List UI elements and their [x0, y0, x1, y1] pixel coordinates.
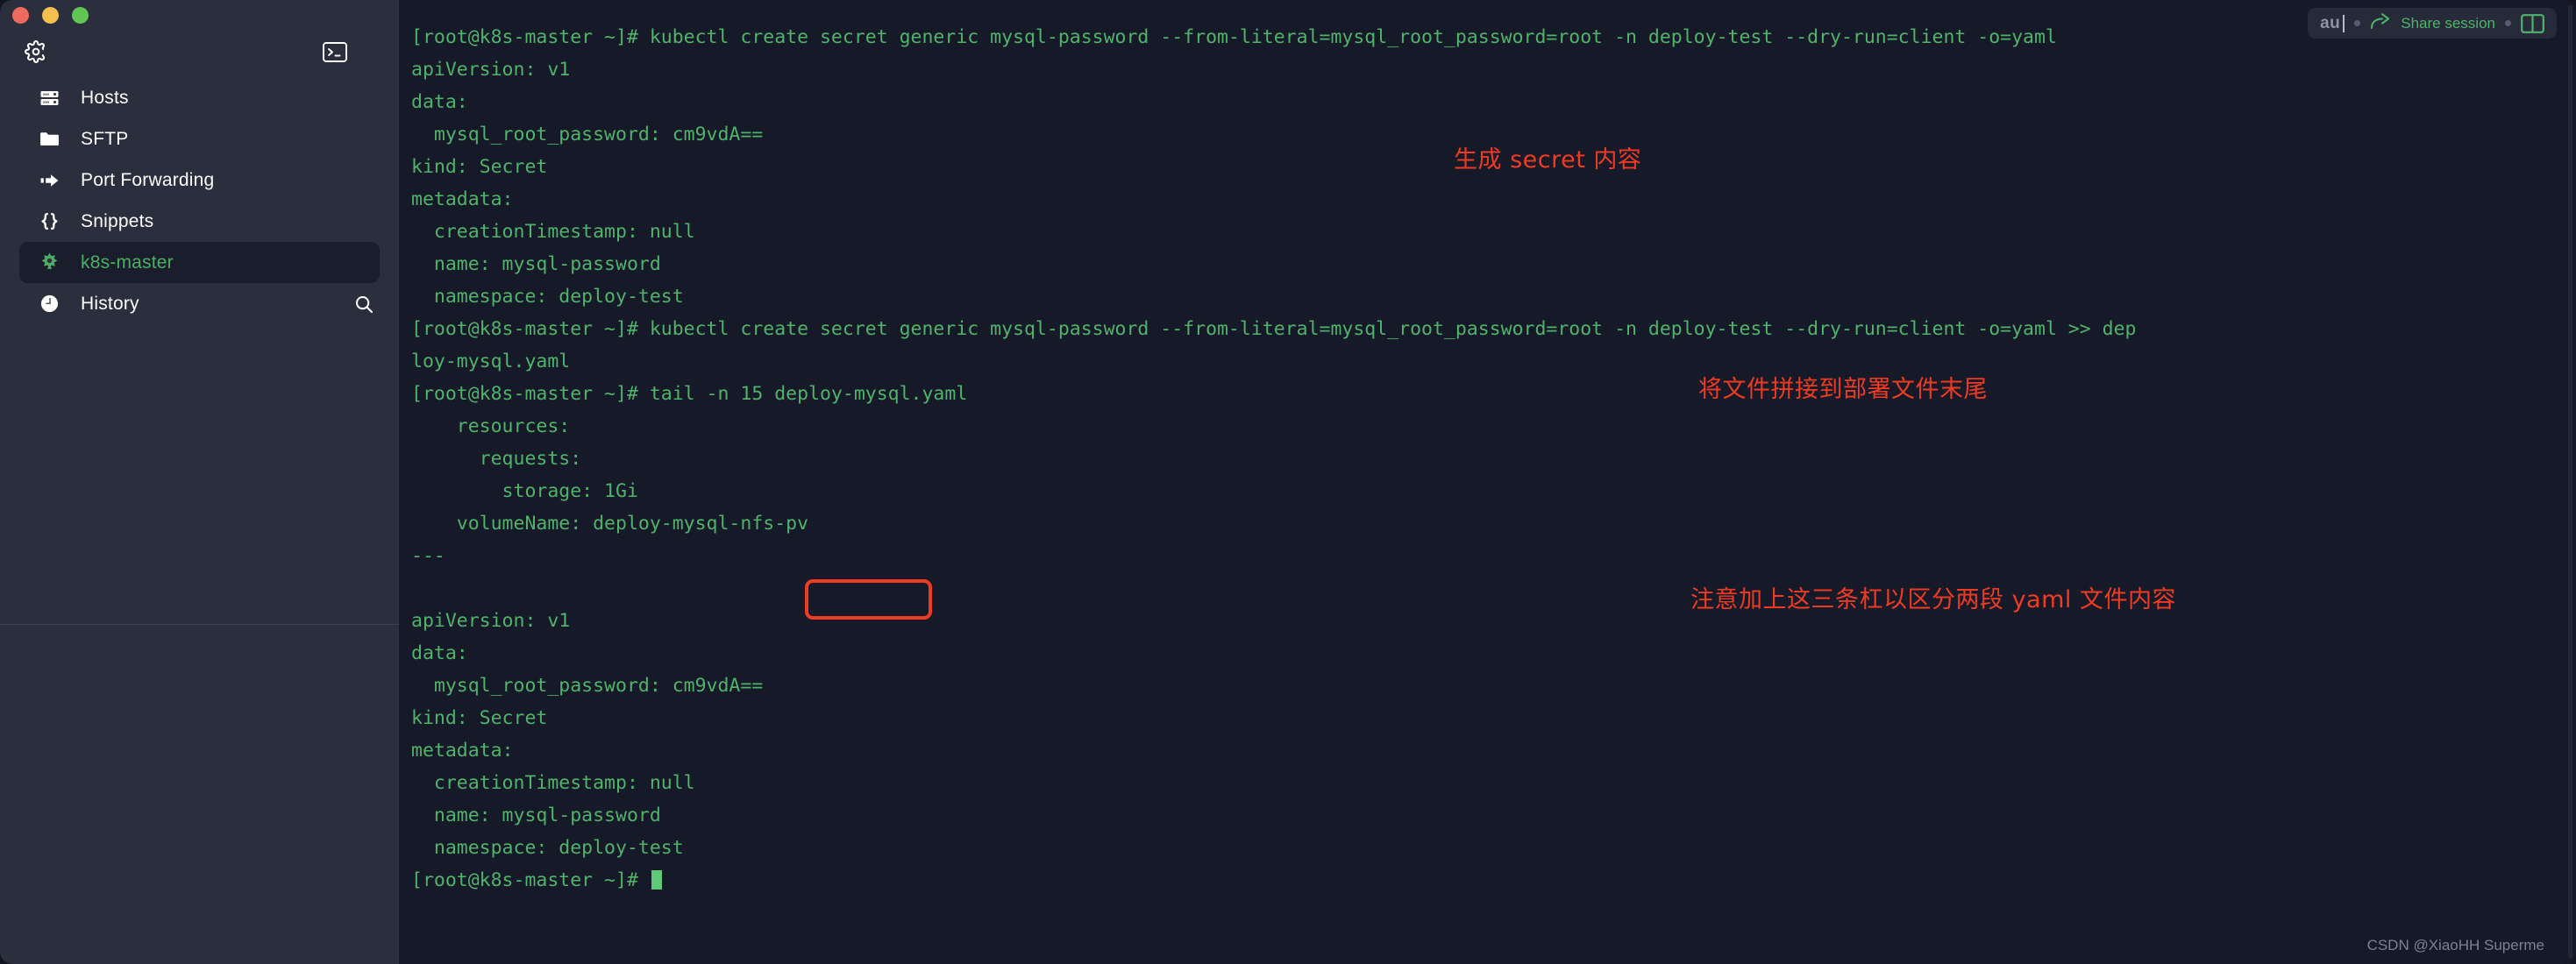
arrow-forward-icon: [39, 169, 65, 192]
terminal-line: loy-mysql.yaml: [411, 351, 571, 372]
sidebar-item-label: Port Forwarding: [81, 169, 215, 190]
sidebar-item-port-forwarding[interactable]: Port Forwarding: [19, 159, 380, 201]
sidebar-divider: [0, 624, 399, 625]
minimize-window-button[interactable]: [42, 7, 59, 24]
terminal-line: name: mysql-password: [411, 253, 661, 275]
annotation-append-file: 将文件拼接到部署文件末尾: [1698, 376, 1988, 403]
sidebar-item-history[interactable]: History: [19, 283, 380, 324]
sidebar-item-label: Hosts: [81, 87, 129, 108]
server-rack-icon: [39, 87, 65, 110]
terminal-panel: [root@k8s-master ~]# kubectl create secr…: [399, 0, 2576, 964]
terminal-line: volumeName: deploy-mysql-nfs-pv: [411, 513, 809, 535]
maximize-window-button[interactable]: [72, 7, 89, 24]
terminal-line: ---: [411, 545, 445, 567]
session-name-field[interactable]: au: [2320, 14, 2345, 33]
terminal-line: mysql_root_password: cm9vdA==: [411, 675, 764, 697]
terminal-line: storage: 1Gi: [411, 480, 638, 502]
terminal-line: data:: [411, 91, 468, 113]
share-arrow-icon: [2370, 11, 2393, 35]
settings-gear-icon[interactable]: [21, 37, 51, 67]
sidebar-item-hosts[interactable]: Hosts: [19, 77, 380, 118]
terminal-line: apiVersion: v1: [411, 59, 571, 81]
terminal-line: requests:: [411, 448, 582, 470]
sidebar-item-snippets[interactable]: Snippets: [19, 201, 380, 242]
terminal-icon[interactable]: [320, 37, 350, 67]
terminal-line: namespace: deploy-test: [411, 837, 684, 859]
terminal-line: kind: Secret: [411, 707, 548, 729]
terminal-line: [root@k8s-master ~]#: [411, 864, 2546, 897]
toolbar-separator-dot: [2354, 20, 2361, 26]
terminal-scrollbar[interactable]: [2568, 5, 2572, 959]
terminal-line: creationTimestamp: null: [411, 772, 695, 794]
window-traffic-lights: [12, 7, 89, 24]
close-window-button[interactable]: [12, 7, 29, 24]
terminal-line: [root@k8s-master ~]# tail -n 15 deploy-m…: [411, 383, 968, 405]
terminal-line: name: mysql-password: [411, 805, 661, 826]
terminal-line: creationTimestamp: null: [411, 221, 695, 243]
sidebar-item-label: k8s-master: [81, 252, 174, 273]
sidebar-toolbar: [0, 34, 399, 69]
sidebar-item-k8s-master[interactable]: k8s-master: [19, 242, 380, 283]
sidebar-item-label: SFTP: [81, 128, 129, 149]
sidebar: Hosts SFTP Port Forwarding Snippets k8s-…: [0, 0, 399, 964]
braces-icon: [39, 210, 65, 233]
terminal-cursor: [651, 870, 662, 890]
terminal-line: resources:: [411, 415, 571, 437]
annotation-three-dashes: 注意加上这三条杠以区分两段 yaml 文件内容: [1690, 586, 2176, 613]
sidebar-nav: Hosts SFTP Port Forwarding Snippets k8s-…: [0, 77, 399, 324]
terminal-line: [root@k8s-master ~]# kubectl create secr…: [411, 318, 2137, 340]
terminal-line: [root@k8s-master ~]# kubectl create secr…: [411, 26, 2057, 48]
share-session-label: Share session: [2401, 14, 2495, 32]
toolbar-separator-dot: [2505, 20, 2511, 26]
sidebar-item-label: Snippets: [81, 210, 154, 231]
kubernetes-icon: [39, 252, 65, 274]
terminal-line: namespace: deploy-test: [411, 286, 684, 308]
text-caret: [2343, 14, 2345, 32]
share-session-button[interactable]: Share session: [2370, 11, 2495, 35]
watermark: CSDN @XiaoHH Superme: [2366, 937, 2544, 953]
folder-icon: [39, 128, 65, 151]
terminal-line: metadata:: [411, 740, 514, 762]
session-toolbar: au Share session: [2308, 8, 2557, 39]
terminal-line: data:: [411, 642, 468, 664]
annotation-highlight-box: [805, 579, 932, 620]
ssh-client-window: Hosts SFTP Port Forwarding Snippets k8s-…: [0, 0, 2576, 964]
sidebar-item-sftp[interactable]: SFTP: [19, 118, 380, 159]
clock-icon: [39, 293, 65, 315]
terminal-line: metadata:: [411, 188, 514, 210]
terminal-line: apiVersion: v1: [411, 610, 571, 632]
annotation-generate-secret: 生成 secret 内容: [1454, 146, 1642, 174]
split-pane-icon[interactable]: [2521, 13, 2544, 33]
sidebar-item-label: History: [81, 293, 139, 314]
search-icon[interactable]: [353, 294, 374, 315]
session-name-value: au: [2320, 13, 2341, 32]
